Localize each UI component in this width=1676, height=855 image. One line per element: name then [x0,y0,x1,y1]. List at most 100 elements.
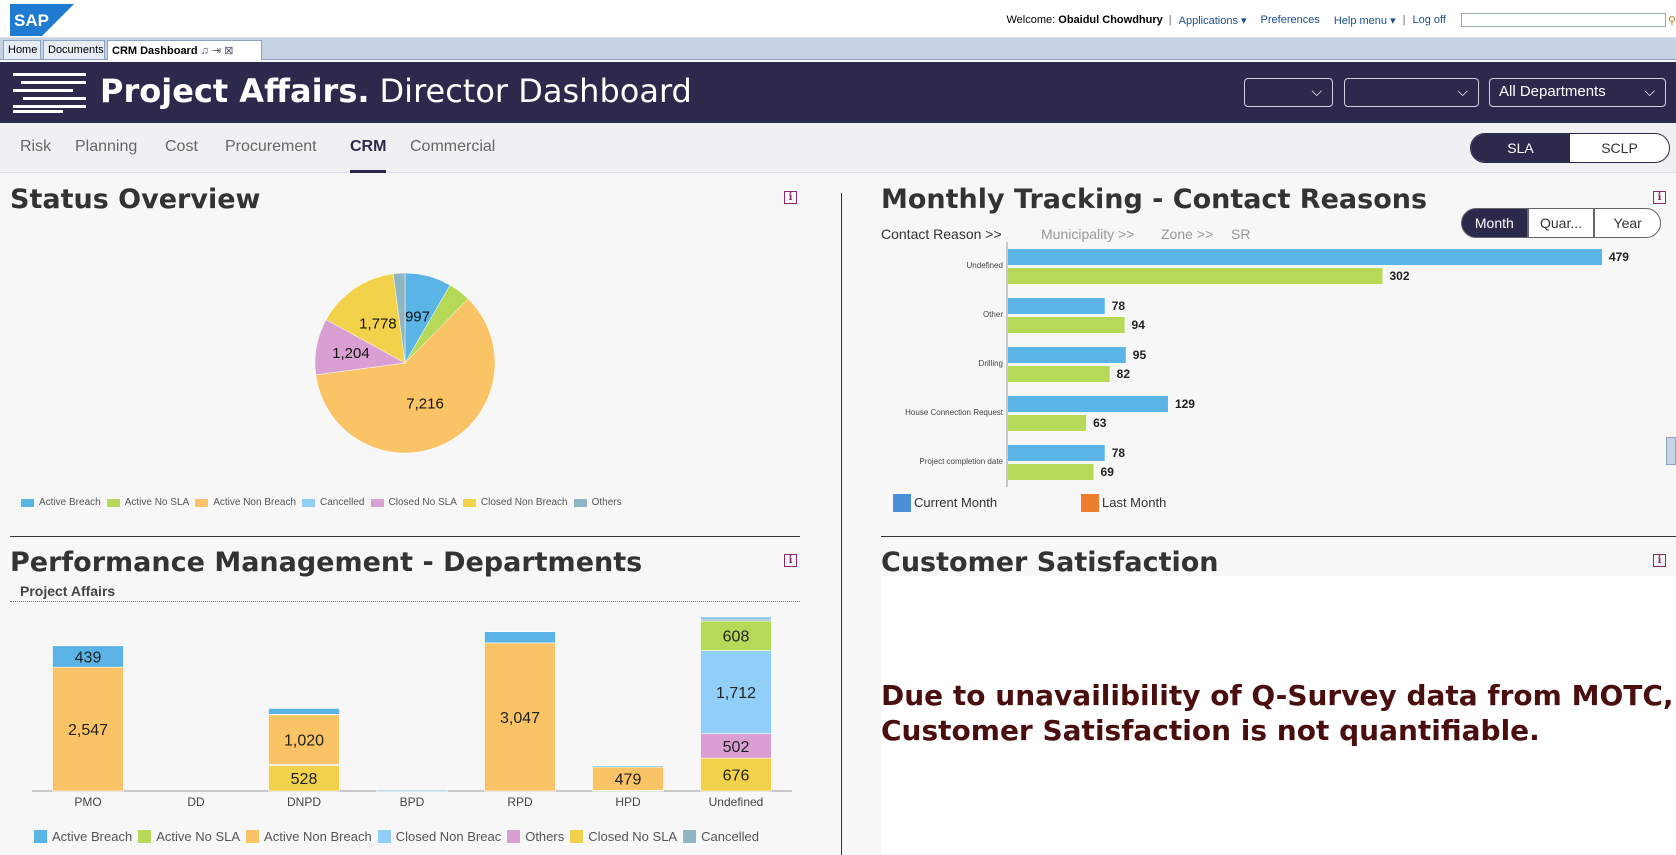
help-menu[interactable]: Help menu ▾ [1334,14,1396,27]
period-quarter[interactable]: Quar... [1527,208,1595,238]
legend-swatch [462,498,476,507]
bar-last-month[interactable] [1008,366,1110,382]
legend-item-others[interactable]: Others [573,497,622,508]
filter-dropdown-2[interactable]: ⌵ [1344,78,1479,107]
period-month[interactable]: Month [1461,208,1528,238]
tab-planning[interactable]: Planning [75,138,137,170]
legend-label: Active Breach [52,829,133,844]
tab-commercial[interactable]: Commercial [410,138,495,170]
module-tabs: Risk Planning Cost Procurement CRM Comme… [0,123,1676,173]
tab-tools-icon[interactable]: ♫ ⇥ ⊠ [201,45,234,57]
legend-item-closed-no-sla[interactable]: Closed No SLA [370,497,457,508]
chevron-down-icon: ⌵ [1644,83,1655,99]
legend-label: Closed No SLA [588,829,678,844]
legend-swatch [370,498,384,507]
category-label: House Connection Request [905,408,1004,417]
bar-value-label: 95 [1133,348,1147,362]
sla-option[interactable]: SLA [1471,134,1570,162]
filter-dropdown-1[interactable]: ⌵ [1244,78,1333,107]
category-label: BPD [400,795,425,809]
legend-item-active-non-breach[interactable]: Active Non Breach [195,497,296,508]
legend-label: Others [591,497,622,508]
bar-last-month[interactable] [1008,317,1125,333]
row-divider-left [10,536,800,537]
crumb-contact-reason[interactable]: Contact Reason >> [881,226,1002,242]
performance-info-icon[interactable]: i [784,554,797,567]
tab-crm-dashboard[interactable]: CRM Dashboard ♫ ⇥ ⊠ [107,40,262,60]
bar-last-month[interactable] [1008,268,1383,284]
sap-logo: SAP [10,4,74,36]
portal-search-input[interactable] [1460,13,1666,27]
bar-segment-active-breach[interactable] [268,708,340,715]
legend-item-active-no-sla[interactable]: Active No SLA [106,497,190,508]
logoff-link[interactable]: Log off [1412,14,1445,26]
legend-item-closed-non-breac[interactable]: Closed Non Breac [377,829,501,844]
bar-last-month[interactable] [1008,464,1094,480]
department-dropdown[interactable]: All Departments ⌵ [1489,78,1666,107]
bar-value-label: 63 [1093,416,1107,430]
bar-current-month[interactable] [1008,249,1602,265]
legend-item-cancelled[interactable]: Cancelled [683,829,759,844]
legend-swatch [106,498,120,507]
legend-swatch [683,830,697,843]
tab-documents[interactable]: Documents [43,40,105,60]
legend-item-others[interactable]: Others [507,829,564,844]
preferences-link[interactable]: Preferences [1261,14,1320,26]
chevron-down-icon: ⌵ [1457,83,1468,99]
tab-procurement[interactable]: Procurement [225,138,317,170]
legend-swatch [570,830,584,843]
legend-item-active-non-breach[interactable]: Active Non Breach [246,829,372,844]
customer-satisfaction-info-icon[interactable]: i [1653,554,1666,567]
monthly-tracking-info-icon[interactable]: i [1653,191,1666,204]
side-panel-handle[interactable] [1666,437,1676,465]
bar-segment-active-breach[interactable] [700,616,772,620]
legend-swatch [195,498,209,507]
message-line-1: Due to unavailibility of Q-Survey data f… [881,679,1674,712]
bar-segment-closed-non-breach[interactable] [376,789,448,792]
period-year[interactable]: Year [1594,208,1662,238]
bar-value-label: 1,020 [284,733,324,750]
bar-value-label: 1,712 [716,685,756,702]
bar-segment-active-breach[interactable] [484,631,556,644]
legend-item-closed-no-sla[interactable]: Closed No SLA [570,829,677,844]
bar-current-month[interactable] [1008,445,1105,461]
tab-home[interactable]: Home [3,40,41,60]
legend-swatch [246,830,260,843]
category-label: RPD [507,795,533,809]
bar-value-label: 3,047 [500,710,540,727]
legend-label: Others [525,829,565,844]
tab-risk[interactable]: Risk [20,138,51,170]
crumb-municipality[interactable]: Municipality >> [1041,226,1134,242]
bar-value-label: 302 [1389,269,1409,283]
legend-item-active-breach[interactable]: Active Breach [21,497,101,508]
crumb-zone[interactable]: Zone >> [1161,226,1213,242]
applications-menu[interactable]: Applications ▾ [1179,14,1247,27]
legend-label: Active No SLA [124,497,190,508]
legend-item-active-no-sla[interactable]: Active No SLA [138,829,240,844]
legend-swatch [377,830,391,843]
crumb-sr[interactable]: SR [1231,226,1250,242]
sclp-option[interactable]: SCLP [1570,134,1669,162]
legend-label: Closed Non Breach [480,497,568,508]
bar-value-label: 502 [723,739,750,756]
search-icon[interactable]: ⚲ [1668,14,1676,27]
bar-current-month[interactable] [1008,298,1105,314]
legend-item-active-breach[interactable]: Active Breach [34,829,132,844]
legend-item-closed-non-breach[interactable]: Closed Non Breach [462,497,568,508]
legend-item-cancelled[interactable]: Cancelled [302,497,365,508]
bar-current-month[interactable] [1008,396,1168,412]
bar-value-label: 676 [723,768,750,785]
pie-data-label: 1,204 [332,345,370,362]
status-overview-info-icon[interactable]: i [784,191,797,204]
bar-value-label: 479 [615,772,642,789]
bar-current-month[interactable] [1008,347,1126,363]
tab-crm[interactable]: CRM [350,138,387,173]
legend-swatch [507,830,521,843]
portal-links: Welcome: Obaidul Chowdhury | Application… [1006,13,1676,27]
tab-cost[interactable]: Cost [165,138,198,170]
bar-last-month[interactable] [1008,415,1087,431]
bar-segment-active-breach[interactable] [592,765,664,768]
legend-label-last-month[interactable]: Last Month [1102,495,1166,510]
legend-label-current-month[interactable]: Current Month [914,495,997,510]
legend-swatch [893,494,911,512]
